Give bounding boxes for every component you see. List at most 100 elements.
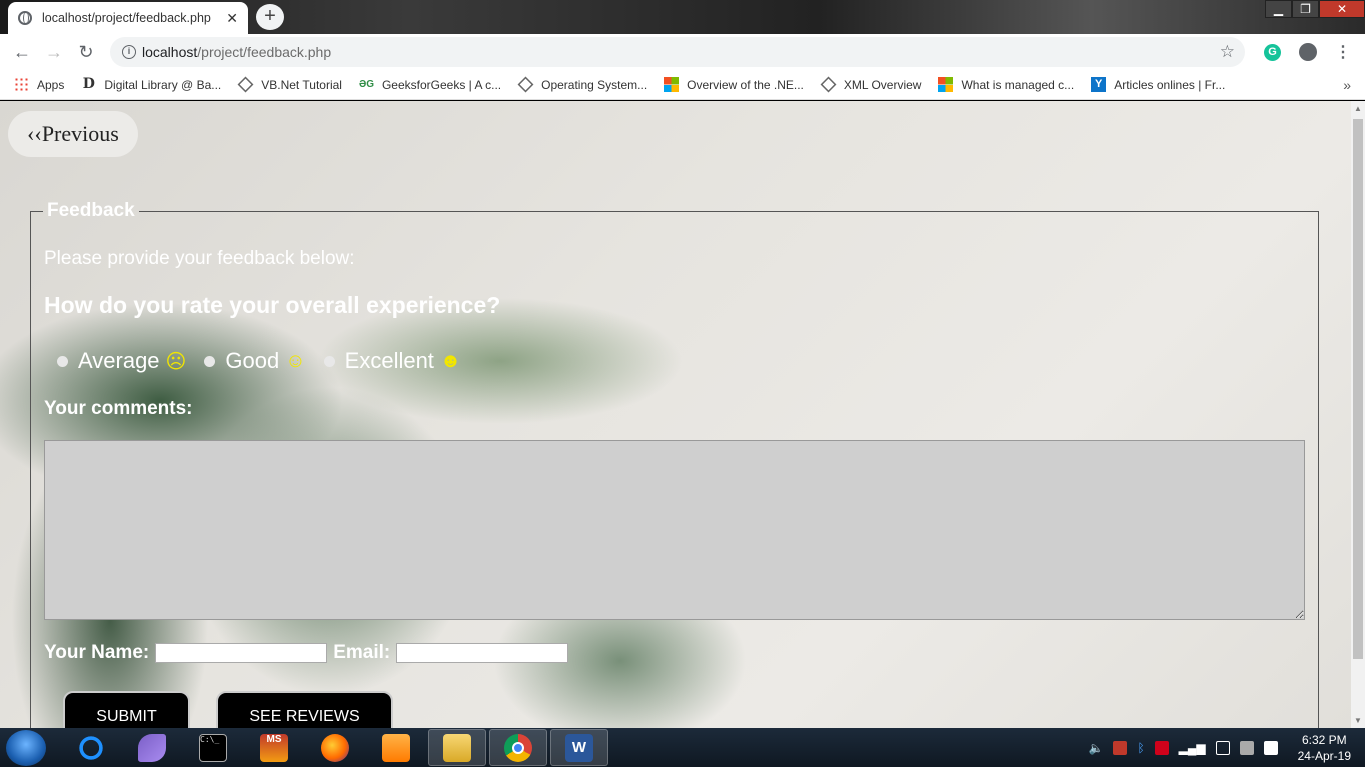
bookmark-label: Apps: [37, 77, 65, 92]
acrobat-icon[interactable]: [1113, 740, 1128, 755]
scrollbar-thumb[interactable]: [1353, 119, 1363, 659]
email-input[interactable]: [396, 643, 569, 663]
smile-face-icon: ☺: [285, 349, 306, 372]
rating-group: Average ☹ Good ☺ Excellent ☻: [51, 348, 473, 374]
sad-face-icon: ☹: [165, 350, 187, 373]
taskbar-media-player[interactable]: [367, 729, 425, 766]
diamond-icon: [517, 76, 534, 93]
submit-button[interactable]: SUBMIT: [63, 691, 190, 728]
new-tab-button[interactable]: +: [256, 4, 284, 30]
start-button-icon[interactable]: [6, 729, 46, 766]
tab-close-icon[interactable]: ✕: [226, 10, 238, 27]
taskbar-command-prompt[interactable]: C:\_: [184, 729, 242, 766]
rating-question: How do you rate your overall experience?: [44, 292, 501, 318]
scroll-down-icon[interactable]: ▼: [1354, 716, 1362, 725]
radio-good[interactable]: [204, 355, 216, 367]
email-label: Email:: [333, 642, 391, 663]
url-host: localhost: [142, 44, 198, 60]
taskbar-visual-studio[interactable]: [123, 729, 181, 766]
bookmark-label: Digital Library @ Ba...: [104, 77, 222, 92]
comments-label: Your comments:: [44, 398, 193, 419]
bookmark-star-icon[interactable]: ☆: [1220, 42, 1235, 62]
previous-button[interactable]: ‹‹Previous: [8, 111, 138, 157]
name-input[interactable]: [155, 643, 328, 663]
chevron-right-icon[interactable]: »: [1343, 77, 1351, 93]
taskbar-internet-explorer[interactable]: [62, 729, 120, 766]
back-arrow-icon[interactable]: ←: [6, 42, 38, 63]
command-prompt-icon: C:\_: [199, 733, 227, 762]
bookmark-operating-system[interactable]: Operating System...: [517, 76, 648, 93]
comments-textarea[interactable]: [44, 440, 1305, 620]
contact-row: Your Name: Email:: [44, 642, 574, 664]
page-content: ‹‹Previous Feedback Please provide your …: [0, 101, 1351, 728]
feedback-form: Feedback Please provide your feedback be…: [30, 200, 1319, 728]
bookmark-label: GeeksforGeeks | A c...: [381, 77, 502, 92]
apps-icon: [14, 77, 29, 92]
window-controls: ▁ ❐ ✕: [1265, 0, 1365, 18]
bookmark-managed-code[interactable]: What is managed c...: [938, 77, 1074, 92]
scroll-up-icon[interactable]: ▲: [1354, 104, 1362, 113]
bookmark-vbnet[interactable]: VB.Net Tutorial: [237, 76, 342, 93]
feedback-intro: Please provide your feedback below:: [44, 248, 355, 269]
word-icon: W: [565, 733, 593, 762]
microsoft-icon: [938, 77, 954, 92]
internet-explorer-icon: [77, 733, 105, 762]
bookmark-geeksforgeeks[interactable]: ƏG GeeksforGeeks | A c...: [359, 77, 501, 92]
taskbar-firefox[interactable]: [306, 729, 364, 766]
network-icon[interactable]: [1239, 740, 1254, 755]
taskbar-chrome[interactable]: [489, 729, 547, 766]
bluetooth-icon[interactable]: ᛒ: [1137, 741, 1144, 755]
action-center-flag-icon[interactable]: [1263, 740, 1278, 755]
see-reviews-button[interactable]: SEE REVIEWS: [216, 691, 393, 728]
system-clock[interactable]: 6:32 PM 24-Apr-19: [1298, 732, 1351, 764]
clock-time: 6:32 PM: [1301, 732, 1347, 747]
bookmarks-bar: Apps D Digital Library @ Ba... VB.Net Tut…: [0, 70, 1365, 100]
folder-icon: [443, 733, 471, 762]
diamond-icon: [820, 76, 837, 93]
info-icon[interactable]: i: [122, 45, 136, 59]
radio-average[interactable]: [57, 355, 68, 367]
bookmark-articles[interactable]: Y Articles onlines | Fr...: [1091, 77, 1225, 92]
radio-excellent[interactable]: [323, 355, 335, 367]
d-icon: D: [82, 76, 95, 92]
diamond-icon: [237, 76, 254, 93]
page-scrollbar[interactable]: ▲ ▼: [1351, 101, 1365, 728]
bookmark-xml-overview[interactable]: XML Overview: [820, 76, 922, 93]
microsoft-icon: [664, 77, 680, 92]
quick-heal-icon[interactable]: [1154, 740, 1169, 755]
minimize-button[interactable]: ▁: [1265, 0, 1292, 18]
rating-label-good: Good: [225, 348, 280, 373]
rating-label-excellent: Excellent: [344, 348, 434, 373]
bookmark-net-overview[interactable]: Overview of the .NE...: [664, 77, 804, 92]
forward-arrow-icon[interactable]: →: [38, 42, 70, 63]
name-label: Your Name:: [44, 642, 150, 663]
profile-icon[interactable]: [1299, 43, 1317, 61]
windows-taskbar: C:\_ MS W 🔈 ᛒ ▂▄▆ 6:32 PM 24-Apr-19: [0, 728, 1365, 767]
ms-project-icon: MS: [260, 733, 288, 762]
globe-icon: [18, 11, 32, 25]
bookmark-label: Operating System...: [541, 77, 648, 92]
feedback-legend: Feedback: [47, 200, 135, 221]
bookmark-label: XML Overview: [843, 77, 922, 92]
gfg-icon: ƏG: [358, 79, 374, 90]
media-player-icon: [382, 733, 410, 762]
grammarly-icon[interactable]: G: [1264, 43, 1281, 61]
taskbar-word[interactable]: W: [550, 729, 608, 766]
toolbar-extensions: G ⋮: [1264, 34, 1365, 70]
taskbar-ms-project[interactable]: MS: [245, 729, 303, 766]
menu-icon[interactable]: ⋮: [1335, 42, 1351, 62]
reload-icon[interactable]: ↻: [70, 42, 102, 63]
chrome-icon: [504, 733, 532, 762]
signal-icon[interactable]: ▂▄▆: [1179, 741, 1206, 755]
speaker-icon[interactable]: 🔈: [1089, 741, 1104, 755]
address-bar[interactable]: i localhost/project/feedback.php ☆: [110, 37, 1245, 67]
happy-face-icon: ☻: [439, 349, 461, 372]
bookmark-apps[interactable]: Apps: [14, 77, 64, 92]
bookmark-digital-library[interactable]: D Digital Library @ Ba...: [81, 77, 221, 92]
restore-button[interactable]: ❐: [1292, 0, 1319, 18]
browser-tab[interactable]: localhost/project/feedback.php ✕: [8, 2, 248, 34]
window-close-button[interactable]: ✕: [1319, 0, 1365, 18]
system-tray: 🔈 ᛒ ▂▄▆ 6:32 PM 24-Apr-19: [1089, 728, 1365, 767]
taskbar-file-explorer[interactable]: [428, 729, 486, 766]
battery-icon[interactable]: [1215, 740, 1230, 755]
